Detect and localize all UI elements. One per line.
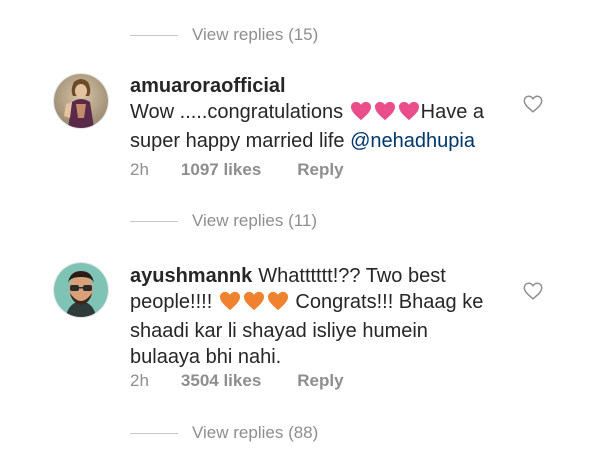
comment-text: ayushmannk Whatttttt!?? Two best people!!… xyxy=(130,263,500,370)
divider-line xyxy=(130,432,178,434)
view-replies-label: View replies (11) xyxy=(192,211,318,230)
timestamp: 2h xyxy=(130,371,149,390)
likes-count[interactable]: 3504 likes xyxy=(181,371,261,391)
view-replies-label: View replies (88) xyxy=(192,423,319,442)
view-replies-button[interactable]: View replies (15) xyxy=(130,23,318,47)
avatar[interactable] xyxy=(53,262,109,318)
reply-button[interactable]: Reply xyxy=(297,371,343,391)
orange-heart-icon xyxy=(219,291,241,318)
timestamp: 2h xyxy=(130,160,149,179)
comment-meta: 2h 1097 likes Reply xyxy=(130,159,344,181)
likes-count[interactable]: 1097 likes xyxy=(181,160,261,180)
orange-heart-icon xyxy=(243,291,265,318)
view-replies-label: View replies (15) xyxy=(192,25,319,44)
comment-text-before: Wow .....congratulations xyxy=(130,101,344,123)
reply-button[interactable]: Reply xyxy=(297,160,343,180)
avatar[interactable] xyxy=(53,73,109,129)
view-replies-button[interactable]: View replies (88) xyxy=(130,421,318,445)
avatar-photo-icon xyxy=(54,74,108,128)
divider-line xyxy=(130,34,178,36)
divider-line xyxy=(130,220,178,222)
pink-heart-icon xyxy=(398,101,420,128)
like-heart-icon[interactable] xyxy=(522,280,544,302)
like-heart-icon[interactable] xyxy=(522,93,544,115)
username[interactable]: amuaroraofficial xyxy=(130,75,286,97)
comment-text: amuaroraofficial Wow .....congratulation… xyxy=(130,73,500,154)
orange-heart-icon xyxy=(267,291,289,318)
pink-heart-icon xyxy=(374,101,396,128)
comment-meta: 2h 3504 likes Reply xyxy=(130,370,344,392)
username[interactable]: ayushmannk xyxy=(130,265,252,287)
avatar-illustration-icon xyxy=(54,263,108,317)
view-replies-button[interactable]: View replies (11) xyxy=(130,209,317,233)
pink-heart-icon xyxy=(350,101,372,128)
mention-link[interactable]: @nehadhupia xyxy=(350,130,475,152)
